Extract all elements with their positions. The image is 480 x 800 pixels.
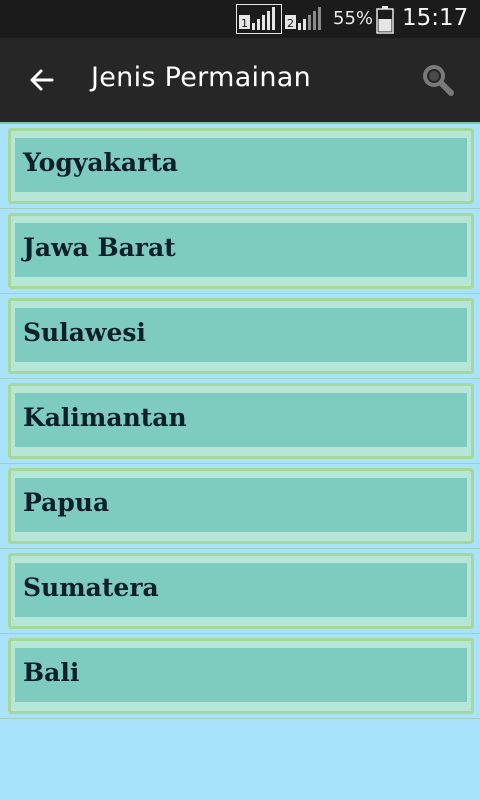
list-item-frame: Sumatera [8,553,474,629]
list-item-body: Sulawesi [15,308,467,362]
list-item-label: Yogyakarta [23,148,178,177]
list-item-sulawesi[interactable]: Sulawesi [0,294,480,379]
search-icon [423,65,454,96]
list-item-body: Bali [15,648,467,702]
sim2-signal-icon: 2 [285,7,321,30]
battery-percent: 55% [333,8,374,29]
arrow-left-icon [30,69,54,91]
sim2-label: 2 [287,17,294,30]
list-item-body: Yogyakarta [15,138,467,192]
list-item-label: Papua [23,488,110,517]
page-title: Jenis Permainan [91,62,312,93]
region-list: Yogyakarta Jawa Barat Sulawesi Kalimanta… [0,122,480,719]
list-item-label: Kalimantan [23,403,187,432]
list-item-bali[interactable]: Bali [0,634,480,719]
list-item-kalimantan[interactable]: Kalimantan [0,379,480,464]
back-button[interactable] [22,60,62,100]
list-item-label: Jawa Barat [23,233,176,262]
list-item-frame: Bali [8,638,474,714]
list-item-body: Sumatera [15,563,467,617]
list-item-frame: Yogyakarta [8,128,474,204]
status-bar: 1 2 55% 15:17 [0,0,480,38]
search-button[interactable] [420,62,456,98]
list-item-body: Jawa Barat [15,223,467,277]
list-item-papua[interactable]: Papua [0,464,480,549]
clock: 15:17 [402,5,469,31]
sim1-signal-icon: 1 [236,4,282,34]
list-item-frame: Papua [8,468,474,544]
sim1-label: 1 [241,17,248,30]
list-item-jawa-barat[interactable]: Jawa Barat [0,209,480,294]
list-item-body: Kalimantan [15,393,467,447]
list-item-yogyakarta[interactable]: Yogyakarta [0,124,480,209]
list-item-label: Sumatera [23,573,159,602]
list-item-body: Papua [15,478,467,532]
battery-icon [376,6,394,34]
list-item-frame: Kalimantan [8,383,474,459]
app-bar: Jenis Permainan [0,38,480,122]
list-item-frame: Sulawesi [8,298,474,374]
list-item-frame: Jawa Barat [8,213,474,289]
list-item-label: Bali [23,658,80,687]
list-item-label: Sulawesi [23,318,146,347]
list-item-sumatera[interactable]: Sumatera [0,549,480,634]
